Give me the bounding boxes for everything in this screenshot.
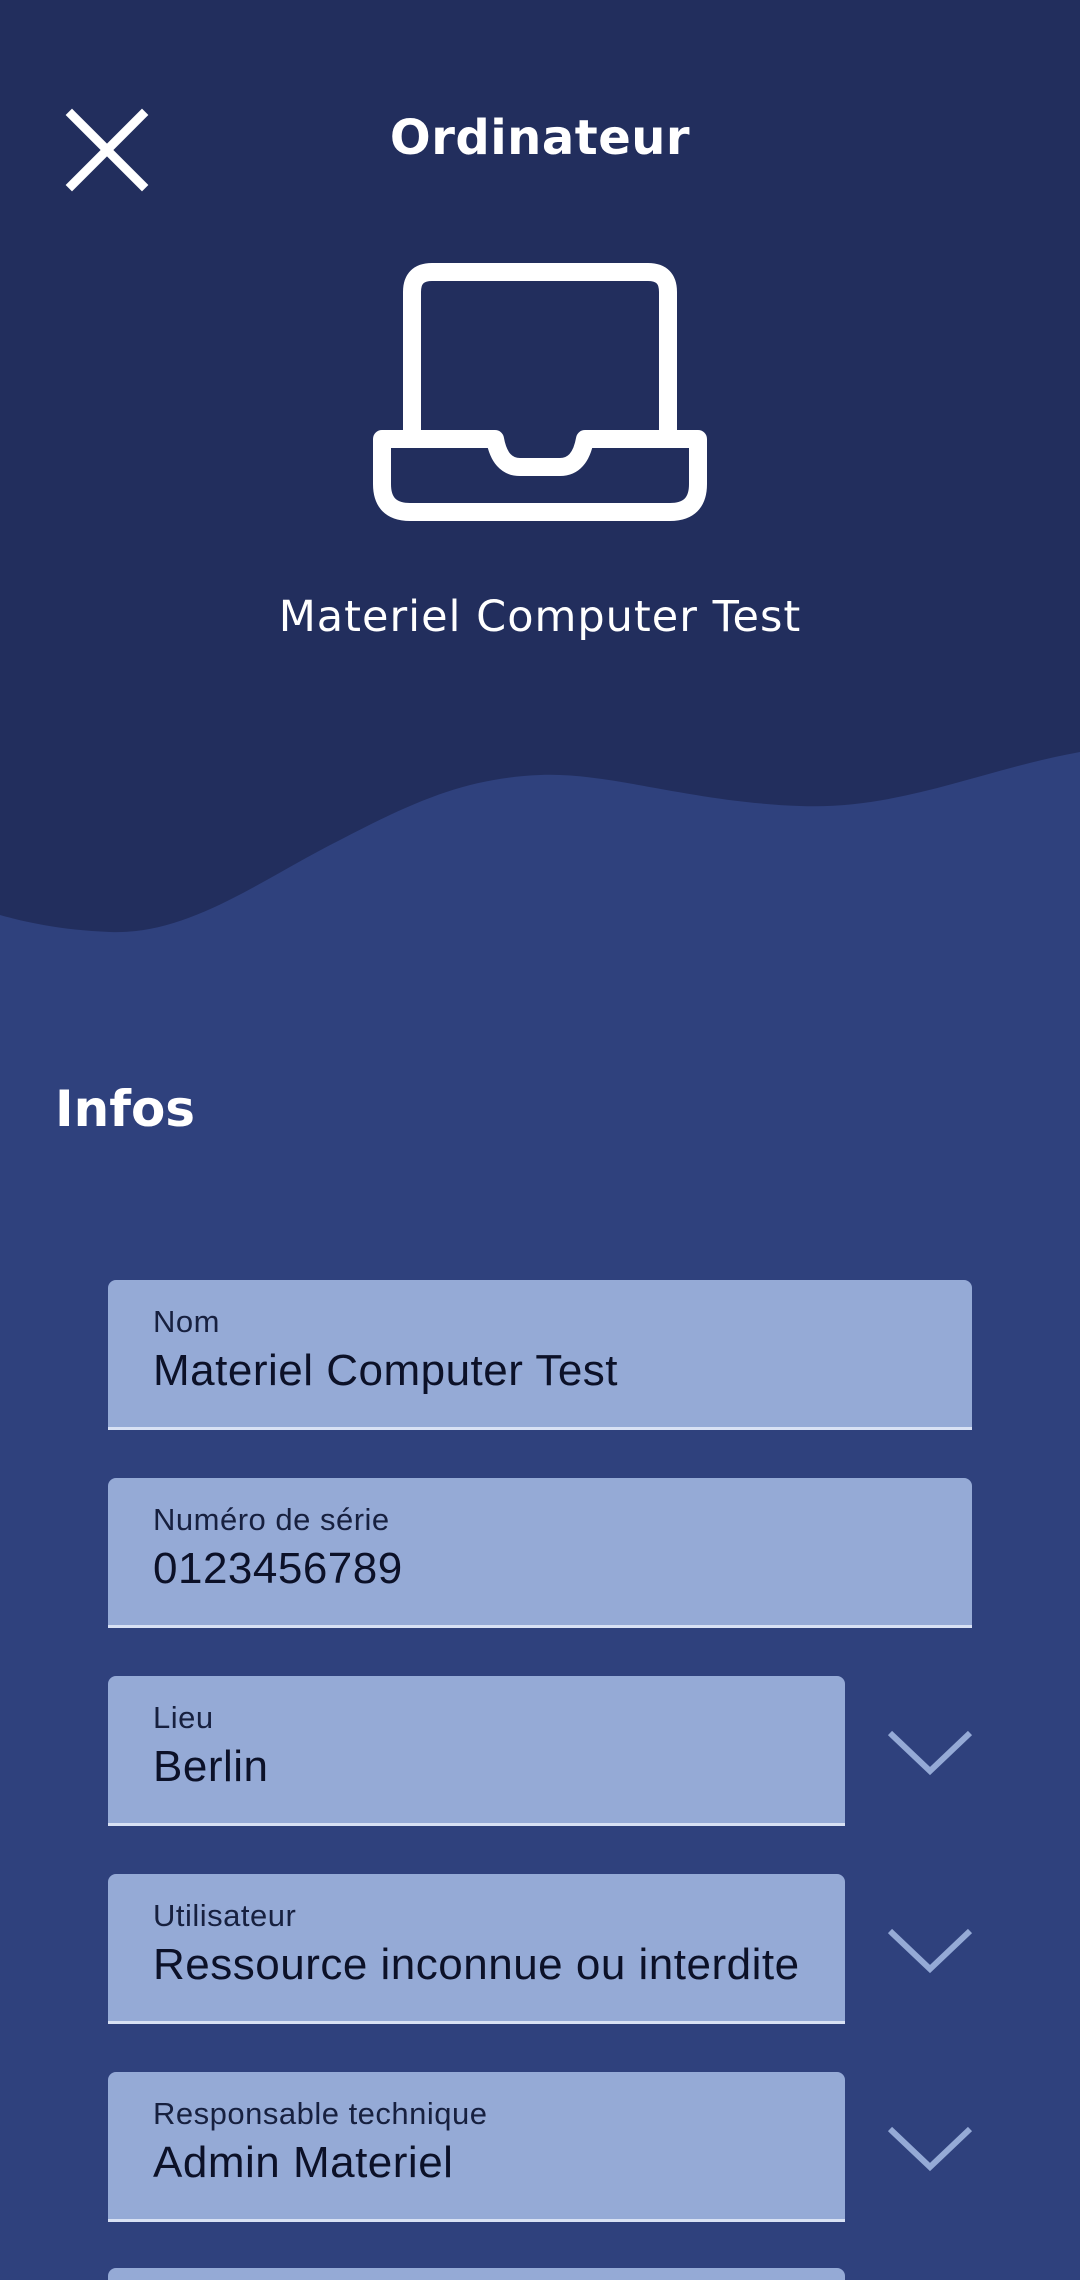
name-field-value[interactable]: Materiel Computer Test	[153, 1346, 927, 1396]
name-field[interactable]: Nom Materiel Computer Test	[108, 1280, 972, 1430]
name-field-label: Nom	[153, 1304, 220, 1339]
serial-number-field-value[interactable]: 0123456789	[153, 1544, 927, 1594]
technical-manager-field[interactable]: Responsable technique Admin Materiel	[108, 2072, 845, 2222]
location-field[interactable]: Lieu Berlin	[108, 1676, 845, 1826]
laptop-icon	[373, 263, 707, 521]
location-dropdown-chevron-icon[interactable]	[885, 1728, 975, 1778]
location-field-label: Lieu	[153, 1700, 214, 1735]
device-name: Materiel Computer Test	[278, 592, 802, 642]
technical-manager-dropdown-chevron-icon[interactable]	[885, 2124, 975, 2174]
technical-manager-field-value[interactable]: Admin Materiel	[153, 2138, 800, 2188]
serial-number-field[interactable]: Numéro de série 0123456789	[108, 1478, 972, 1628]
header: Ordinateur Materiel Computer Test	[0, 0, 1080, 940]
user-dropdown-chevron-icon[interactable]	[885, 1926, 975, 1976]
user-field[interactable]: Utilisateur Ressource inconnue ou interd…	[108, 1874, 845, 2024]
page-title: Ordinateur	[389, 110, 691, 166]
serial-number-field-label: Numéro de série	[153, 1502, 390, 1537]
user-field-value[interactable]: Ressource inconnue ou interdite	[153, 1940, 800, 1990]
section-title: Infos	[55, 1080, 196, 1138]
technical-manager-field-label: Responsable technique	[153, 2096, 488, 2131]
next-field-partial[interactable]	[108, 2268, 845, 2280]
location-field-value[interactable]: Berlin	[153, 1742, 800, 1792]
user-field-label: Utilisateur	[153, 1898, 297, 1933]
